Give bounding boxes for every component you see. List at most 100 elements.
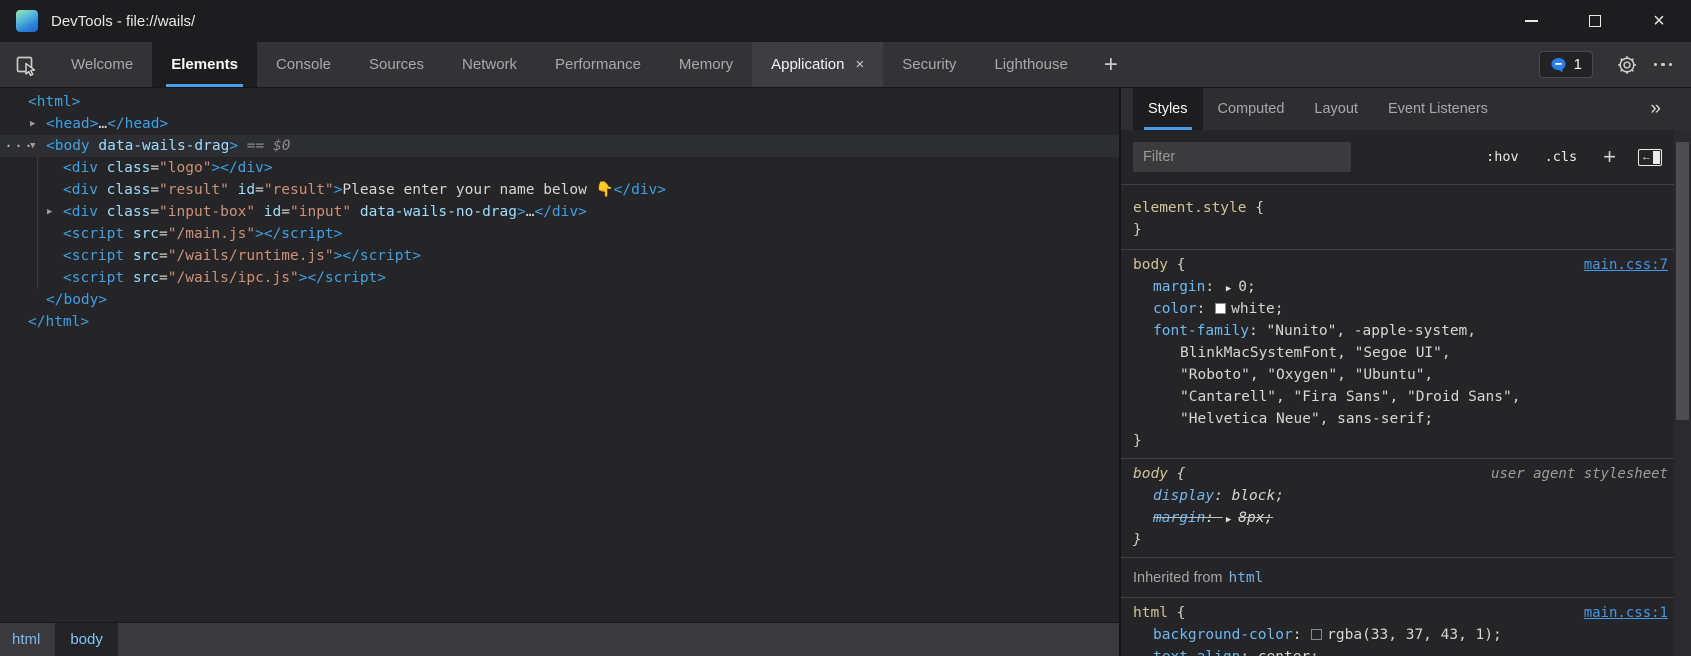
overflow-tabs-chevron-icon[interactable]: »	[1650, 88, 1661, 130]
style-property-row[interactable]: font-family: "Nunito", -apple-system,	[1121, 320, 1674, 342]
tab-performance[interactable]: Performance	[536, 42, 660, 87]
rule-selector-row: body {main.css:7	[1121, 254, 1674, 276]
style-property-row[interactable]: text-align: center;	[1121, 646, 1674, 656]
more-tools-button[interactable]: +	[1087, 42, 1135, 87]
pointing-down-emoji: 👇	[596, 182, 614, 198]
inspect-cursor-icon	[14, 53, 38, 77]
new-style-rule-button[interactable]: +	[1603, 146, 1616, 168]
toggle-pseudo-state-button[interactable]: :hov	[1486, 149, 1519, 165]
tab-welcome[interactable]: Welcome	[52, 42, 152, 87]
left-arrow-icon: ←	[1641, 152, 1652, 163]
tab-elements[interactable]: Elements	[152, 42, 257, 87]
rule-selector-row: html {main.css:1	[1121, 602, 1674, 624]
stylesheet-source-link[interactable]: main.css:1	[1584, 602, 1668, 624]
tab-sources[interactable]: Sources	[350, 42, 443, 87]
dom-node-row[interactable]: <div class="result" id="result">Please e…	[0, 179, 1119, 201]
tab-network[interactable]: Network	[443, 42, 536, 87]
sidebar-tab-computed[interactable]: Computed	[1203, 88, 1300, 130]
tab-lighthouse[interactable]: Lighthouse	[975, 42, 1086, 87]
style-rules-list: element.style {}body {main.css:7margin: …	[1121, 184, 1674, 656]
style-property-row[interactable]: "Cantarell", "Fira Sans", "Droid Sans",	[1121, 386, 1674, 408]
issues-count: 1	[1574, 56, 1582, 73]
tab-security[interactable]: Security	[883, 42, 975, 87]
toggle-element-classes-button[interactable]: .cls	[1545, 149, 1578, 165]
rule-selector: body	[1133, 463, 1168, 485]
close-icon: ×	[1653, 11, 1665, 31]
scrollbar-thumb[interactable]	[1676, 142, 1689, 420]
rule-selector-row: body {user agent stylesheet	[1121, 463, 1674, 485]
expand-longhand-arrow-icon[interactable]: ▶	[1226, 278, 1231, 300]
inherited-from-header: Inherited fromhtml	[1121, 557, 1674, 597]
dom-node-row[interactable]: <div class="logo"></div>	[0, 157, 1119, 179]
minimize-button[interactable]	[1499, 0, 1563, 42]
dom-node-row[interactable]: </html>	[0, 311, 1119, 333]
dom-node-row[interactable]: <html>	[0, 91, 1119, 113]
gear-icon	[1616, 54, 1638, 76]
dom-node-row[interactable]: <script src="/wails/ipc.js"></script>	[0, 267, 1119, 289]
breadcrumb-html[interactable]: html	[0, 623, 55, 656]
tab-memory[interactable]: Memory	[660, 42, 752, 87]
breadcrumb-body[interactable]: body	[55, 623, 118, 656]
style-property-row[interactable]: margin: ▶0;	[1121, 276, 1674, 298]
expand-arrow-icon[interactable]: ▶	[30, 113, 35, 135]
collapse-arrow-icon[interactable]: ▼	[30, 135, 35, 157]
window-title: DevTools - file://wails/	[51, 13, 195, 30]
color-swatch[interactable]	[1215, 303, 1226, 314]
color-swatch[interactable]	[1311, 629, 1322, 640]
style-property-row[interactable]: margin: ▶8px;	[1121, 507, 1674, 529]
title-bar: DevTools - file://wails/ ×	[0, 0, 1691, 42]
toolbar-right-pad	[1681, 42, 1691, 87]
style-property-row[interactable]: "Helvetica Neue", sans-serif;	[1121, 408, 1674, 430]
styles-filter-input[interactable]	[1133, 142, 1351, 172]
style-rule: body {user agent stylesheetdisplay: bloc…	[1121, 458, 1674, 557]
styles-sidebar: StylesComputedLayoutEvent Listeners » :ho…	[1121, 88, 1691, 656]
elements-panel: <html>▶<head>…</head>···▼<body data-wail…	[0, 88, 1119, 656]
style-property-row[interactable]: display: block;	[1121, 485, 1674, 507]
sidebar-tab-layout[interactable]: Layout	[1299, 88, 1373, 130]
style-property-row[interactable]: BlinkMacSystemFont, "Segoe UI",	[1121, 342, 1674, 364]
app-icon	[16, 10, 38, 32]
style-rule: body {main.css:7margin: ▶0;color: white;…	[1121, 249, 1674, 458]
maximize-button[interactable]	[1563, 0, 1627, 42]
sidebar-tab-styles[interactable]: Styles	[1133, 88, 1203, 130]
close-button[interactable]: ×	[1627, 0, 1691, 42]
dom-node-row[interactable]: ▶<head>…</head>	[0, 113, 1119, 135]
style-property-row[interactable]: background-color: rgba(33, 37, 43, 1);	[1121, 624, 1674, 646]
rule-selector: html	[1133, 602, 1168, 624]
rule-selector-row: element.style {	[1121, 197, 1674, 219]
computed-pane-toggle-icon[interactable]: ←	[1638, 149, 1662, 166]
dom-node-row[interactable]: ···▼<body data-wails-drag> == $0	[0, 135, 1119, 157]
dom-tree: <html>▶<head>…</head>···▼<body data-wail…	[0, 88, 1119, 622]
rule-selector: body	[1133, 254, 1168, 276]
inherited-from-link[interactable]: html	[1228, 570, 1263, 586]
sidebar-tab-event-listeners[interactable]: Event Listeners	[1373, 88, 1503, 130]
style-rule: element.style {}	[1121, 184, 1674, 249]
breadcrumb: htmlbody	[0, 622, 1119, 656]
toolbar-spacer	[1135, 42, 1539, 87]
window-controls: ×	[1499, 0, 1691, 42]
tab-application[interactable]: Application×	[752, 42, 883, 87]
dom-node-row[interactable]: </body>	[0, 289, 1119, 311]
styles-filter-row: :hov .cls + ←	[1121, 130, 1674, 184]
panel-tabs: WelcomeElementsConsoleSourcesNetworkPerf…	[52, 42, 1087, 87]
tab-console[interactable]: Console	[257, 42, 350, 87]
dom-node-row[interactable]: <script src="/wails/runtime.js"></script…	[0, 245, 1119, 267]
close-tab-icon[interactable]: ×	[855, 56, 864, 73]
devtools-toolbar: WelcomeElementsConsoleSourcesNetworkPerf…	[0, 42, 1691, 88]
devtools-window: DevTools - file://wails/ × WelcomeElemen…	[0, 0, 1691, 656]
style-property-row[interactable]: "Roboto", "Oxygen", "Ubuntu",	[1121, 364, 1674, 386]
expand-longhand-arrow-icon[interactable]: ▶	[1226, 509, 1231, 531]
rule-origin-note: user agent stylesheet	[1491, 463, 1668, 485]
issues-counter-button[interactable]: 1	[1539, 51, 1593, 78]
settings-button[interactable]	[1609, 42, 1645, 87]
more-options-button[interactable]	[1645, 42, 1681, 87]
expand-arrow-icon[interactable]: ▶	[47, 201, 52, 223]
inspect-element-button[interactable]	[0, 42, 52, 87]
dom-node-row[interactable]: <script src="/main.js"></script>	[0, 223, 1119, 245]
dom-node-row[interactable]: ▶<div class="input-box" id="input" data-…	[0, 201, 1119, 223]
scrollbar-track[interactable]	[1674, 130, 1691, 656]
minimize-icon	[1525, 20, 1538, 22]
stylesheet-source-link[interactable]: main.css:7	[1584, 254, 1668, 276]
three-dots-icon	[1654, 63, 1673, 67]
style-property-row[interactable]: color: white;	[1121, 298, 1674, 320]
